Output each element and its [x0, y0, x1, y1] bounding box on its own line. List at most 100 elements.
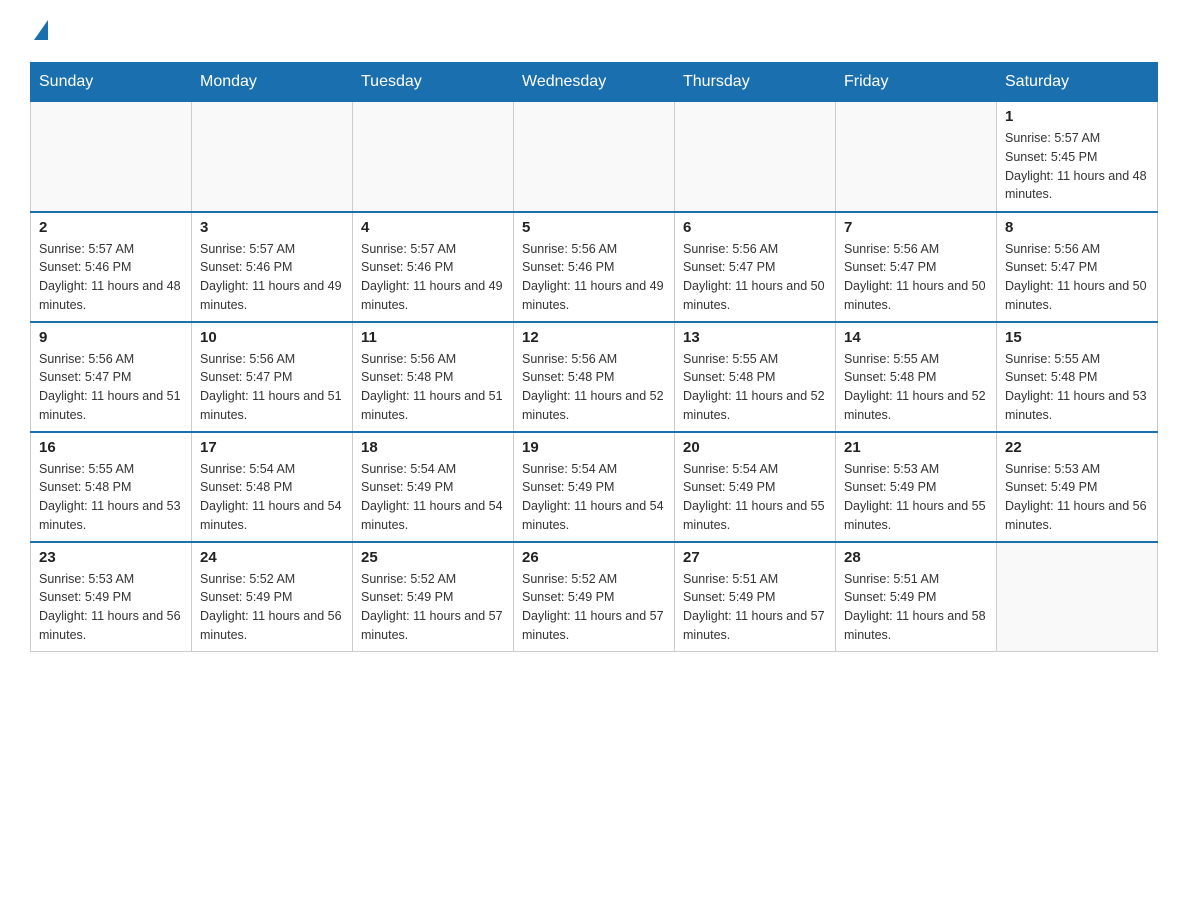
day-info: Sunrise: 5:53 AMSunset: 5:49 PMDaylight:…	[1005, 460, 1149, 535]
day-number: 28	[844, 549, 988, 566]
calendar-cell	[675, 102, 836, 212]
calendar-cell: 11 Sunrise: 5:56 AMSunset: 5:48 PMDayligh…	[353, 322, 514, 432]
day-info: Sunrise: 5:53 AMSunset: 5:49 PMDaylight:…	[39, 570, 183, 645]
day-info: Sunrise: 5:57 AMSunset: 5:45 PMDaylight:…	[1005, 129, 1149, 204]
calendar-week-row: 23 Sunrise: 5:53 AMSunset: 5:49 PMDayligh…	[31, 542, 1158, 652]
day-info: Sunrise: 5:56 AMSunset: 5:46 PMDaylight:…	[522, 240, 666, 315]
day-number: 26	[522, 549, 666, 566]
calendar-cell: 2 Sunrise: 5:57 AMSunset: 5:46 PMDaylight…	[31, 212, 192, 322]
calendar-cell	[192, 102, 353, 212]
day-info: Sunrise: 5:57 AMSunset: 5:46 PMDaylight:…	[39, 240, 183, 315]
day-info: Sunrise: 5:56 AMSunset: 5:47 PMDaylight:…	[683, 240, 827, 315]
calendar-cell: 3 Sunrise: 5:57 AMSunset: 5:46 PMDaylight…	[192, 212, 353, 322]
day-info: Sunrise: 5:55 AMSunset: 5:48 PMDaylight:…	[844, 350, 988, 425]
day-number: 19	[522, 439, 666, 456]
calendar-cell: 17 Sunrise: 5:54 AMSunset: 5:48 PMDayligh…	[192, 432, 353, 542]
day-of-week-header: Saturday	[997, 63, 1158, 102]
day-info: Sunrise: 5:54 AMSunset: 5:49 PMDaylight:…	[522, 460, 666, 535]
calendar-cell: 18Sunrise: 5:54 AMSunset: 5:49 PMDayligh…	[353, 432, 514, 542]
day-info: Sunrise: 5:56 AMSunset: 5:47 PMDaylight:…	[39, 350, 183, 425]
calendar-week-row: 16 Sunrise: 5:55 AMSunset: 5:48 PMDayligh…	[31, 432, 1158, 542]
day-number: 17	[200, 439, 344, 456]
day-number: 2	[39, 219, 183, 236]
day-info: Sunrise: 5:51 AMSunset: 5:49 PMDaylight:…	[683, 570, 827, 645]
day-info: Sunrise: 5:56 AMSunset: 5:48 PMDaylight:…	[522, 350, 666, 425]
calendar-cell: 4 Sunrise: 5:57 AMSunset: 5:46 PMDaylight…	[353, 212, 514, 322]
day-info: Sunrise: 5:56 AMSunset: 5:47 PMDaylight:…	[200, 350, 344, 425]
calendar-cell	[514, 102, 675, 212]
calendar-cell: 19 Sunrise: 5:54 AMSunset: 5:49 PMDayligh…	[514, 432, 675, 542]
calendar-cell: 28 Sunrise: 5:51 AMSunset: 5:49 PMDayligh…	[836, 542, 997, 652]
logo-triangle-icon	[34, 20, 48, 40]
calendar-cell: 25 Sunrise: 5:52 AMSunset: 5:49 PMDayligh…	[353, 542, 514, 652]
calendar-header-row: SundayMondayTuesdayWednesdayThursdayFrid…	[31, 63, 1158, 102]
calendar-cell: 10 Sunrise: 5:56 AMSunset: 5:47 PMDayligh…	[192, 322, 353, 432]
day-of-week-header: Thursday	[675, 63, 836, 102]
day-info: Sunrise: 5:52 AMSunset: 5:49 PMDaylight:…	[200, 570, 344, 645]
calendar-cell: 6 Sunrise: 5:56 AMSunset: 5:47 PMDaylight…	[675, 212, 836, 322]
calendar-cell	[997, 542, 1158, 652]
calendar-cell: 20 Sunrise: 5:54 AMSunset: 5:49 PMDayligh…	[675, 432, 836, 542]
calendar-cell	[353, 102, 514, 212]
day-number: 4	[361, 219, 505, 236]
page-header	[30, 20, 1158, 42]
calendar-cell: 22Sunrise: 5:53 AMSunset: 5:49 PMDayligh…	[997, 432, 1158, 542]
day-number: 15	[1005, 329, 1149, 346]
calendar-cell: 14 Sunrise: 5:55 AMSunset: 5:48 PMDayligh…	[836, 322, 997, 432]
day-info: Sunrise: 5:55 AMSunset: 5:48 PMDaylight:…	[683, 350, 827, 425]
day-number: 25	[361, 549, 505, 566]
calendar-cell: 7 Sunrise: 5:56 AMSunset: 5:47 PMDaylight…	[836, 212, 997, 322]
day-info: Sunrise: 5:56 AMSunset: 5:47 PMDaylight:…	[844, 240, 988, 315]
day-of-week-header: Friday	[836, 63, 997, 102]
day-number: 6	[683, 219, 827, 236]
day-number: 9	[39, 329, 183, 346]
day-number: 8	[1005, 219, 1149, 236]
day-number: 23	[39, 549, 183, 566]
calendar-cell: 24 Sunrise: 5:52 AMSunset: 5:49 PMDayligh…	[192, 542, 353, 652]
calendar-cell	[31, 102, 192, 212]
day-info: Sunrise: 5:56 AMSunset: 5:48 PMDaylight:…	[361, 350, 505, 425]
day-info: Sunrise: 5:56 AMSunset: 5:47 PMDaylight:…	[1005, 240, 1149, 315]
calendar-cell: 9 Sunrise: 5:56 AMSunset: 5:47 PMDaylight…	[31, 322, 192, 432]
day-number: 20	[683, 439, 827, 456]
day-number: 5	[522, 219, 666, 236]
calendar-cell: 5 Sunrise: 5:56 AMSunset: 5:46 PMDaylight…	[514, 212, 675, 322]
day-number: 3	[200, 219, 344, 236]
day-info: Sunrise: 5:57 AMSunset: 5:46 PMDaylight:…	[361, 240, 505, 315]
calendar-cell: 27 Sunrise: 5:51 AMSunset: 5:49 PMDayligh…	[675, 542, 836, 652]
day-number: 24	[200, 549, 344, 566]
day-number: 11	[361, 329, 505, 346]
calendar-week-row: 2 Sunrise: 5:57 AMSunset: 5:46 PMDaylight…	[31, 212, 1158, 322]
day-info: Sunrise: 5:55 AMSunset: 5:48 PMDaylight:…	[1005, 350, 1149, 425]
day-info: Sunrise: 5:57 AMSunset: 5:46 PMDaylight:…	[200, 240, 344, 315]
calendar-cell: 15 Sunrise: 5:55 AMSunset: 5:48 PMDayligh…	[997, 322, 1158, 432]
calendar-cell: 21 Sunrise: 5:53 AMSunset: 5:49 PMDayligh…	[836, 432, 997, 542]
day-info: Sunrise: 5:52 AMSunset: 5:49 PMDaylight:…	[522, 570, 666, 645]
day-of-week-header: Monday	[192, 63, 353, 102]
calendar-table: SundayMondayTuesdayWednesdayThursdayFrid…	[30, 62, 1158, 652]
logo	[30, 20, 48, 42]
day-number: 27	[683, 549, 827, 566]
day-info: Sunrise: 5:54 AMSunset: 5:48 PMDaylight:…	[200, 460, 344, 535]
day-number: 14	[844, 329, 988, 346]
day-of-week-header: Sunday	[31, 63, 192, 102]
day-of-week-header: Tuesday	[353, 63, 514, 102]
calendar-cell: 8 Sunrise: 5:56 AMSunset: 5:47 PMDaylight…	[997, 212, 1158, 322]
calendar-cell: 26 Sunrise: 5:52 AMSunset: 5:49 PMDayligh…	[514, 542, 675, 652]
calendar-cell: 12 Sunrise: 5:56 AMSunset: 5:48 PMDayligh…	[514, 322, 675, 432]
day-number: 12	[522, 329, 666, 346]
calendar-cell	[836, 102, 997, 212]
day-number: 1	[1005, 108, 1149, 125]
day-number: 10	[200, 329, 344, 346]
calendar-cell: 1 Sunrise: 5:57 AMSunset: 5:45 PMDaylight…	[997, 102, 1158, 212]
day-number: 16	[39, 439, 183, 456]
day-info: Sunrise: 5:52 AMSunset: 5:49 PMDaylight:…	[361, 570, 505, 645]
day-info: Sunrise: 5:53 AMSunset: 5:49 PMDaylight:…	[844, 460, 988, 535]
day-info: Sunrise: 5:54 AMSunset: 5:49 PMDaylight:…	[683, 460, 827, 535]
calendar-cell: 13Sunrise: 5:55 AMSunset: 5:48 PMDayligh…	[675, 322, 836, 432]
day-number: 21	[844, 439, 988, 456]
day-info: Sunrise: 5:55 AMSunset: 5:48 PMDaylight:…	[39, 460, 183, 535]
day-number: 18	[361, 439, 505, 456]
day-info: Sunrise: 5:51 AMSunset: 5:49 PMDaylight:…	[844, 570, 988, 645]
day-number: 7	[844, 219, 988, 236]
